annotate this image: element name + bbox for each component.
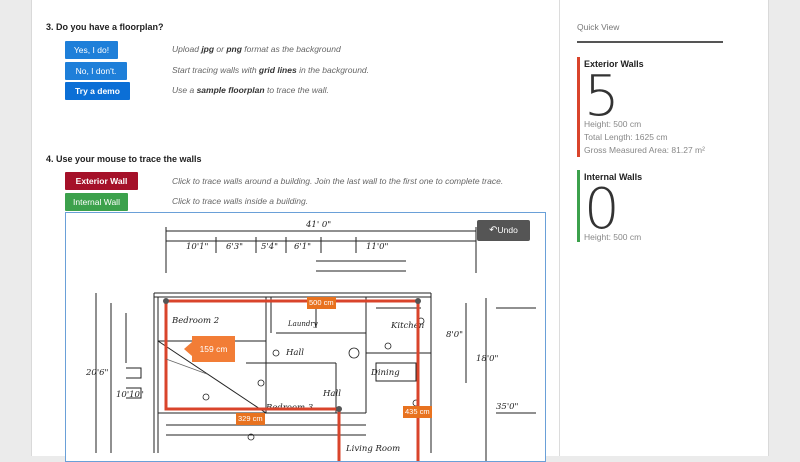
wall-length-tag-bottom: 329 cm [236, 413, 265, 425]
exterior-walls-count: 5 [584, 64, 620, 129]
undo-button[interactable]: ↶Undo [477, 220, 530, 241]
exterior-walls-bar [577, 57, 580, 157]
fp-room-dining: Dining [370, 368, 400, 378]
fp-room-hall2: Hall [322, 389, 341, 399]
floorplan-canvas[interactable]: 41' 0" 10'1" 6'3" 5'4" 6'1" 11'0" Bedroo… [65, 212, 546, 462]
internal-wall-button[interactable]: Internal Wall [65, 193, 128, 211]
undo-label: Undo [497, 225, 518, 235]
no-button[interactable]: No, I don't. [65, 62, 127, 80]
exterior-hint: Click to trace walls around a building. … [172, 176, 504, 186]
fp-dim-e: 11'0" [366, 242, 389, 252]
step4-heading: 4. Use your mouse to trace the walls [46, 154, 202, 164]
fp-dim-top: 41' 0" [305, 220, 331, 230]
wall-length-tag-top: 500 cm [307, 297, 336, 309]
active-wall-length-bubble: 159 cm [184, 336, 235, 362]
exterior-walls-card: Exterior Walls 5 Height: 500 cm Total Le… [577, 57, 727, 157]
quick-view-panel: Quick View Exterior Walls 5 Height: 500 … [577, 0, 767, 456]
fp-dim-d: 6'1" [294, 242, 311, 252]
fp-room-bedroom2: Bedroom 2 [171, 316, 219, 326]
fp-dim-c: 5'4" [261, 242, 278, 252]
fp-dim-a: 10'1" [186, 242, 209, 252]
fp-room-hall: Hall [285, 348, 304, 358]
demo-hint: Use a sample floorplan to trace the wall… [172, 85, 329, 95]
main-panel: 3. Do you have a floorplan? Yes, I do! U… [32, 0, 560, 462]
step3-heading: 3. Do you have a floorplan? [46, 22, 164, 32]
exterior-walls-height: Height: 500 cm [584, 119, 642, 129]
exterior-wall-button[interactable]: Exterior Wall [65, 172, 138, 190]
no-hint: Start tracing walls with grid lines in t… [172, 65, 370, 75]
internal-walls-bar [577, 170, 580, 242]
try-demo-button[interactable]: Try a demo [65, 82, 130, 100]
internal-hint: Click to trace walls inside a building. [172, 196, 309, 206]
quick-view-title: Quick View [577, 22, 620, 32]
internal-walls-height: Height: 500 cm [584, 232, 642, 242]
fp-dim-left: 20'6" [85, 368, 109, 378]
floorplan-drawing: 41' 0" 10'1" 6'3" 5'4" 6'1" 11'0" Bedroo… [85, 220, 536, 461]
wall-length-tag-right: 435 cm [403, 406, 432, 418]
fp-dim-right2: 35'0" [496, 402, 519, 412]
exterior-walls-length: Total Length: 1625 cm [584, 132, 668, 142]
quick-view-divider [577, 41, 723, 43]
fp-dim-left2: 10'10" [116, 390, 144, 400]
fp-room-living: Living Room [345, 444, 400, 454]
fp-dim-r3: 8'0" [446, 330, 463, 340]
fp-room-laundry: Laundry [287, 320, 319, 328]
internal-walls-card: Internal Walls 0 Height: 500 cm [577, 170, 727, 242]
exterior-walls-area: Gross Measured Area: 81.27 m² [584, 145, 705, 155]
page: 3. Do you have a floorplan? Yes, I do! U… [31, 0, 769, 462]
internal-walls-count: 0 [584, 177, 620, 242]
yes-button[interactable]: Yes, I do! [65, 41, 118, 59]
fp-dim-b: 6'3" [226, 242, 243, 252]
fp-dim-right: 18'0" [476, 354, 499, 364]
undo-icon: ↶ [489, 225, 498, 236]
yes-hint: Upload jpg or png format as the backgrou… [172, 44, 341, 54]
